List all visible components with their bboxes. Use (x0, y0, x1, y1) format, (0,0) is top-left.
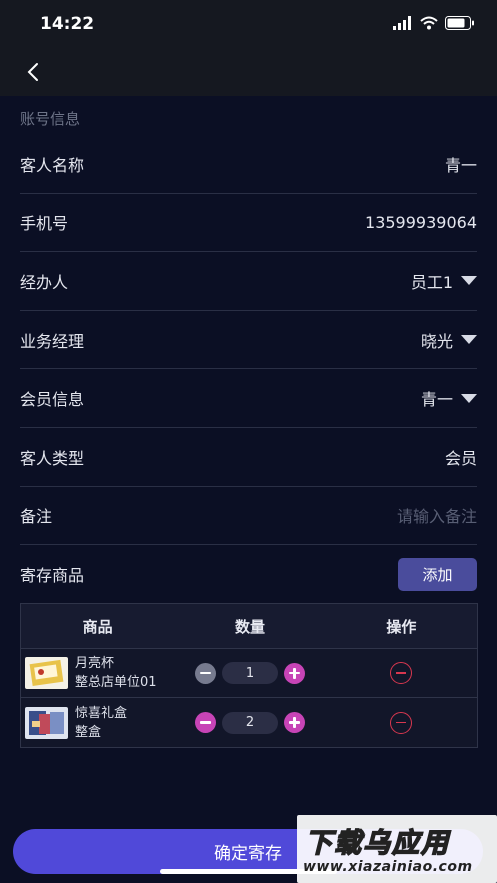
quantity-stepper: 1 (174, 662, 325, 684)
quantity-input[interactable]: 2 (222, 711, 278, 734)
remove-item-button[interactable] (390, 662, 413, 684)
increase-button[interactable] (284, 712, 305, 733)
row-deposit-items: 寄存商品 添加 (20, 545, 477, 604)
product-name: 月亮杯 (75, 656, 115, 671)
table-row: 月亮杯 整总店单位01 1 (21, 649, 477, 698)
plus-icon (289, 717, 300, 728)
row-label: 业务经理 (20, 331, 85, 351)
member-select[interactable]: 青一 (421, 386, 477, 410)
row-guest-type: 客人类型 会员 (20, 428, 477, 487)
watermark-url: www.xiazainiao.com (303, 859, 473, 875)
items-table: 商品 数量 操作 月亮杯 整总店单位01 1 惊喜礼盒 整盒 2 (20, 603, 478, 748)
product-text: 月亮杯 整总店单位01 (75, 654, 157, 692)
row-value: 13599939064 (365, 212, 477, 232)
row-business-manager[interactable]: 业务经理 晓光 (20, 311, 477, 370)
row-label: 经办人 (20, 272, 69, 292)
form-rows: 客人名称 青一 手机号 13599939064 经办人 员工1 业务经理 晓光 … (0, 135, 497, 604)
row-label: 客人类型 (20, 448, 85, 468)
caret-down-icon (461, 335, 477, 345)
product-cell: 月亮杯 整总店单位01 (21, 654, 174, 692)
watermark: 下载乌应用 www.xiazainiao.com (297, 815, 497, 883)
row-label: 会员信息 (20, 390, 85, 410)
row-value: 晓光 (420, 331, 453, 351)
product-image (25, 657, 68, 689)
row-remark[interactable]: 备注 请输入备注 (20, 487, 477, 546)
remove-icon (396, 672, 407, 674)
quantity-input[interactable]: 1 (222, 662, 278, 684)
add-item-button[interactable]: 添加 (398, 557, 477, 591)
minus-icon (200, 671, 211, 675)
row-phone: 手机号 13599939064 (20, 194, 477, 253)
row-member-info[interactable]: 会员信息 青一 (20, 369, 477, 428)
caret-down-icon (461, 276, 477, 286)
row-label: 手机号 (20, 214, 69, 234)
handler-select[interactable]: 员工1 (411, 269, 477, 293)
battery-icon (445, 16, 474, 30)
header-product: 商品 (82, 617, 113, 636)
status-icons (393, 16, 475, 30)
minus-icon (200, 721, 211, 724)
guest-name-value: 青一 (445, 152, 477, 176)
action-cell (326, 662, 477, 684)
section-title: 账号信息 (20, 110, 81, 128)
watermark-title: 下载乌应用 (304, 827, 450, 860)
guest-type-value: 会员 (445, 445, 477, 469)
table-row: 惊喜礼盒 整盒 2 (21, 698, 477, 747)
product-image (25, 706, 68, 739)
back-icon[interactable] (22, 60, 46, 84)
nav-bar (0, 50, 497, 96)
row-value: 会员 (444, 448, 477, 468)
decrease-button[interactable] (195, 662, 216, 684)
product-unit: 整总店单位01 (75, 675, 157, 690)
row-value: 青一 (444, 155, 477, 175)
caret-down-icon (461, 393, 477, 403)
manager-select[interactable]: 晓光 (421, 328, 477, 352)
table-header: 商品 数量 操作 (21, 604, 477, 649)
row-label: 寄存商品 (20, 566, 85, 586)
row-guest-name: 客人名称 青一 (20, 135, 477, 194)
status-bar: 14:22 (0, 0, 497, 50)
action-cell (326, 711, 477, 734)
phone-value: 13599939064 (365, 213, 477, 232)
row-label: 客人名称 (20, 155, 85, 175)
remove-item-button[interactable] (390, 711, 413, 734)
row-value: 员工1 (410, 272, 453, 292)
row-label: 备注 (20, 507, 53, 527)
remove-icon (396, 721, 407, 724)
header-quantity: 数量 (234, 617, 265, 636)
quantity-stepper: 2 (174, 711, 325, 734)
status-time: 14:22 (40, 14, 95, 34)
product-name: 惊喜礼盒 (75, 705, 128, 721)
plus-icon (289, 667, 300, 679)
signal-icon (393, 16, 411, 30)
increase-button[interactable] (284, 662, 305, 684)
header-action: 操作 (386, 617, 417, 636)
product-unit: 整盒 (75, 724, 102, 740)
product-cell: 惊喜礼盒 整盒 (21, 704, 174, 742)
row-value: 青一 (420, 390, 453, 410)
product-text: 惊喜礼盒 整盒 (75, 704, 127, 742)
decrease-button[interactable] (195, 712, 216, 733)
row-handler[interactable]: 经办人 员工1 (20, 252, 477, 311)
wifi-icon (420, 16, 438, 30)
remark-input[interactable]: 请输入备注 (397, 503, 477, 527)
